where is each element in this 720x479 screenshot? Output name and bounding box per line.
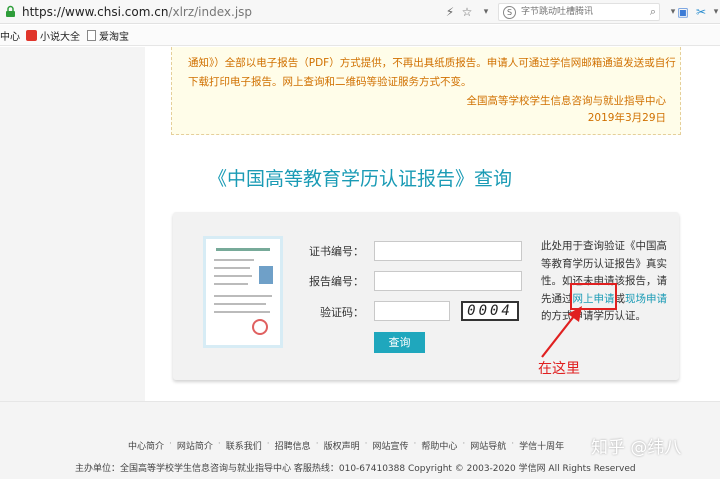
onsite-apply-link[interactable]: 现场申请 [625, 293, 667, 305]
search-engine-icon[interactable]: S [503, 6, 516, 19]
more-chevron-icon[interactable]: ▾ [708, 4, 720, 20]
arrow-icon [541, 306, 582, 358]
report-sample-image [203, 236, 283, 348]
bookmark-item-novels[interactable]: 小说大全 [26, 28, 80, 43]
annotation-label: 在这里 [538, 361, 580, 377]
footer-link[interactable]: 中心简介 [128, 439, 164, 452]
browser-search-box[interactable]: S ⌕ [498, 3, 660, 21]
captcha-label: 验证码： [320, 306, 364, 319]
bookmark-bar: 中心 小说大全 爱淘宝 [0, 25, 720, 46]
report-number-label: 报告编号： [309, 275, 364, 288]
footer-link[interactable]: 招聘信息 [275, 439, 311, 452]
page-title: 《中国高等教育学历认证报告》查询 [207, 168, 512, 190]
scissors-icon[interactable]: ✂ [693, 4, 709, 20]
notice-box: 通知》）全部以电子报告（PDF）方式提供，不再出具纸质报告。申请人可通过学信网邮… [171, 47, 681, 135]
address-bar[interactable]: https://www.chsi.com.cn/xlrz/index.jsp ⚡… [0, 0, 720, 24]
watermark: 知乎 @纬八 [591, 438, 682, 458]
captcha-input[interactable] [374, 301, 450, 321]
report-number-input[interactable] [374, 271, 522, 291]
browser-search-input[interactable] [521, 5, 631, 19]
footer-link[interactable]: 帮助中心 [421, 439, 457, 452]
extension-icon[interactable]: ▣ [675, 4, 691, 20]
footer-link[interactable]: 网站宣传 [372, 439, 408, 452]
bookmark-item[interactable]: 中心 [0, 28, 20, 43]
footer-info: 主办单位：全国高等学校学生信息咨询与就业指导中心 客服热线：010-674103… [75, 464, 636, 474]
footer-link[interactable]: 学信十周年 [519, 439, 564, 452]
captcha-image[interactable]: 0004 [461, 301, 519, 321]
page-icon [87, 30, 96, 41]
footer-links: 中心简介 · 网站简介 · 联系我们 · 招聘信息 · 版权声明 · 网站宣传 · 帮助中心… [128, 439, 565, 452]
footer-link[interactable]: 版权声明 [324, 439, 360, 452]
cert-number-label: 证书编号： [309, 245, 364, 258]
star-icon[interactable]: ☆ [459, 4, 475, 20]
cert-number-input[interactable] [374, 241, 522, 261]
footer-link[interactable]: 网站简介 [177, 439, 213, 452]
footer-link[interactable]: 联系我们 [226, 439, 262, 452]
novel-site-icon [26, 30, 37, 41]
query-button[interactable]: 查询 [374, 332, 425, 353]
bookmark-item-aitaobao[interactable]: 爱淘宝 [87, 28, 129, 43]
lightning-icon[interactable]: ⚡ [442, 4, 458, 20]
notice-date: 2019年3月29日 [587, 112, 666, 124]
notice-line: 通知》）全部以电子报告（PDF）方式提供，不再出具纸质报告。申请人可通过学信网邮… [188, 57, 676, 69]
notice-line: 下载打印电子报告。网上查询和二维码等验证服务方式不变。 [188, 76, 472, 88]
search-icon[interactable]: ⌕ [650, 5, 656, 19]
lock-icon [6, 5, 15, 17]
url-text[interactable]: https://www.chsi.com.cn/xlrz/index.jsp [22, 5, 252, 19]
left-gutter [0, 47, 145, 401]
footer-link[interactable]: 网站导航 [470, 439, 506, 452]
notice-org: 全国高等学校学生信息咨询与就业指导中心 [466, 95, 667, 107]
chevron-down-icon[interactable]: ▾ [478, 4, 494, 20]
